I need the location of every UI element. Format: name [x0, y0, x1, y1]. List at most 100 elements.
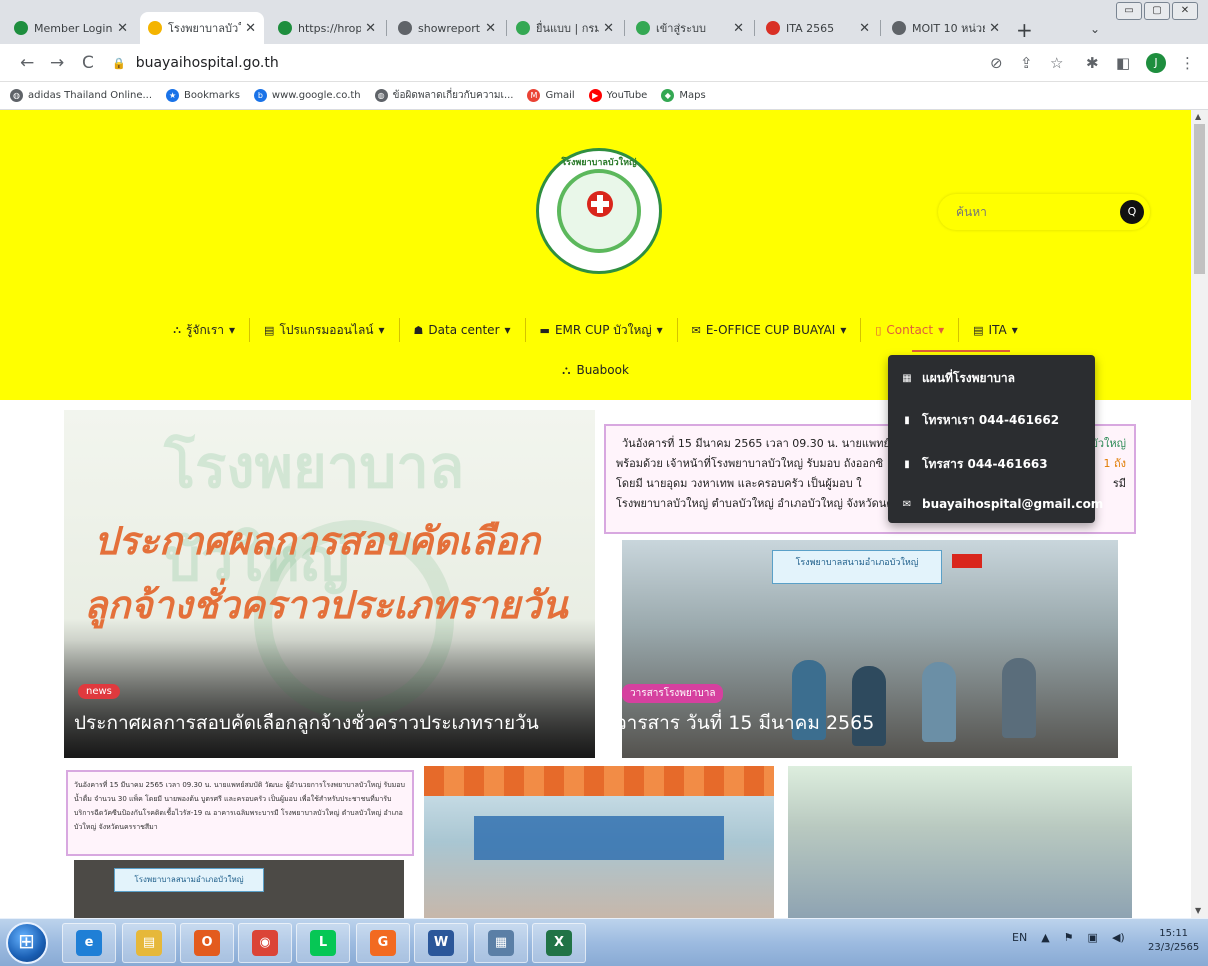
volume-icon[interactable]: ◀) [1112, 931, 1125, 944]
tray-expand-icon[interactable]: ▲ [1041, 931, 1049, 944]
bookmark-item[interactable]: ▶ YouTube [588, 89, 647, 102]
close-tab-icon[interactable]: ✕ [989, 21, 1000, 36]
forward-icon[interactable]: → [50, 53, 64, 73]
red-arrow-icon [952, 554, 982, 568]
contact-item-icon: ▦ [902, 373, 912, 384]
post-title[interactable]: วารสาร วันที่ 15 มีนาคม 2565 [616, 708, 874, 738]
system-tray: EN ▲ ⚑ ▣ ◀) [1012, 931, 1125, 944]
bookmark-label: Bookmarks [184, 90, 240, 101]
nav-item[interactable]: ▯ Contact ▾ [861, 318, 960, 342]
nav-item[interactable]: ▤ ITA ▾ [959, 318, 1032, 342]
taskbar-clock[interactable]: 15:11 23/3/2565 [1148, 927, 1199, 955]
action-center-icon[interactable]: ⚑ [1064, 931, 1074, 944]
post-card-exam-results[interactable]: โรงพยาบาลบัวใหญ่ ประกาศผลการสอบคัดเลือก … [64, 410, 595, 758]
bookmark-star-icon[interactable]: ☆ [1050, 54, 1063, 72]
maximize-icon[interactable]: ▢ [1144, 2, 1170, 20]
bookmark-item[interactable]: ◍ ข้อผิดพลาดเกี่ยวกับความเ... [374, 88, 513, 103]
taskbar-app-ie[interactable]: e [62, 923, 116, 963]
taskbar-app-pdf[interactable]: G [356, 923, 410, 963]
tab-title: โรงพยาบาลบัวใ [168, 22, 242, 35]
network-icon[interactable]: ▣ [1088, 931, 1098, 944]
scrollbar-thumb[interactable] [1194, 124, 1205, 274]
close-tab-icon[interactable]: ✕ [859, 21, 870, 36]
post-card-ceremony[interactable] [424, 766, 774, 918]
taskbar-app-line[interactable]: L [296, 923, 350, 963]
browser-tab[interactable]: ยื่นแบบ | กรมส✕ [508, 12, 622, 44]
taskbar-app-calculator[interactable]: ▦ [474, 923, 528, 963]
nav-item[interactable]: ▤ โปรแกรมออนไลน์ ▾ [250, 318, 400, 342]
scroll-down-icon[interactable]: ▼ [1195, 906, 1201, 915]
back-icon[interactable]: ← [20, 53, 34, 73]
close-tab-icon[interactable]: ✕ [485, 21, 496, 36]
caret-down-icon: ▾ [938, 323, 945, 337]
nav-item[interactable]: ✉ E-OFFICE CUP BUAYAI ▾ [678, 318, 862, 342]
favicon-icon [148, 21, 162, 35]
favicon-icon [892, 21, 906, 35]
contact-menu-item[interactable]: ▮ โทรหาเรา 044-461662 [902, 411, 1059, 430]
tracking-icon[interactable]: ⊘ [990, 54, 1003, 72]
address-bar[interactable]: 🔒 buayaihospital.go.th [112, 50, 982, 76]
hospital-logo[interactable]: โรงพยาบาลบัวใหญ่ [536, 148, 662, 274]
tab-separator [880, 20, 881, 36]
bookmark-item[interactable]: ◍ adidas Thailand Online... [10, 89, 152, 102]
browser-tab[interactable]: MOIT 10 หน่วย ✕ [884, 12, 1008, 44]
post-card-water-donation[interactable]: วันอังคารที่ 15 มีนาคม 2565 เวลา 09.30 น… [64, 766, 416, 918]
caption-line-2-end: 1 ถัง [1103, 457, 1126, 470]
profile-avatar[interactable]: J [1146, 53, 1166, 73]
post-title[interactable]: ประกาศผลการสอบคัดเลือกลูกจ้างชั่วคราวประ… [74, 708, 539, 738]
page-scrollbar[interactable]: ▲ ▼ [1191, 110, 1208, 918]
language-indicator[interactable]: EN [1012, 931, 1027, 944]
nav-item-buabook[interactable]: Buabook [576, 363, 628, 377]
start-button[interactable] [6, 922, 48, 964]
nav-item[interactable]: ⛬ รู้จักเรา ▾ [159, 318, 251, 342]
close-tab-icon[interactable]: ✕ [603, 21, 614, 36]
close-tab-icon[interactable]: ✕ [733, 21, 744, 36]
browser-tab[interactable]: https://hrops.m✕ [270, 12, 384, 44]
browser-tab[interactable]: โรงพยาบาลบัวใ ✕ [140, 12, 264, 44]
taskbar-app-explorer[interactable]: ▤ [122, 923, 176, 963]
caret-down-icon: ▾ [656, 323, 663, 337]
sidepanel-icon[interactable]: ◧ [1116, 54, 1130, 72]
reload-icon[interactable]: C [82, 53, 94, 73]
bookmark-item[interactable]: b www.google.co.th [253, 89, 361, 102]
taskbar-app-word[interactable]: W [414, 923, 468, 963]
close-tab-icon[interactable]: ✕ [365, 21, 376, 36]
category-badge[interactable]: วารสารโรงพยาบาล [622, 684, 724, 703]
contact-item-icon: ✉ [902, 498, 912, 510]
new-tab-icon[interactable]: + [1016, 18, 1033, 42]
bookmark-item[interactable]: M Gmail [527, 89, 575, 102]
category-badge[interactable]: news [78, 684, 120, 699]
search-icon[interactable]: Q [1120, 200, 1144, 224]
close-window-icon[interactable]: ✕ [1172, 2, 1198, 20]
browser-tab[interactable]: Member Login ✕ [6, 12, 136, 44]
browser-tab[interactable]: showreport.ph ✕ [390, 12, 504, 44]
bookmark-label: adidas Thailand Online... [28, 90, 153, 101]
browser-tab[interactable]: เข้าสู่ระบบ ✕ [628, 12, 752, 44]
browser-tab[interactable]: ITA 2565 ✕ [758, 12, 878, 44]
minimize-icon[interactable]: ▭ [1116, 2, 1142, 20]
bookmark-item[interactable]: ◆ Maps [661, 89, 706, 102]
bookmark-item[interactable]: ★ Bookmarks [166, 89, 240, 102]
nav-item[interactable]: ☗ Data center ▾ [400, 318, 526, 342]
favicon-icon [636, 21, 650, 35]
taskbar-app-chrome[interactable]: ◉ [238, 923, 292, 963]
contact-menu-item[interactable]: ✉ buayaihospital@gmail.com [902, 497, 1104, 511]
search-input[interactable]: ค้นหา [956, 203, 987, 222]
caption-line-1: วันอังคารที่ 15 มีนาคม 2565 เวลา 09.30 น… [622, 437, 890, 450]
scroll-up-icon[interactable]: ▲ [1195, 112, 1201, 121]
contact-menu-item[interactable]: ▦ แผนที่โรงพยาบาล [902, 369, 1015, 388]
close-tab-icon[interactable]: ✕ [245, 21, 256, 36]
menu-icon[interactable]: ⋮ [1180, 54, 1195, 72]
nav-icon: ✉ [691, 323, 701, 337]
taskbar-app-excel[interactable]: X [532, 923, 586, 963]
contact-menu-item[interactable]: ▮ โทรสาร 044-461663 [902, 455, 1047, 474]
close-tab-icon[interactable]: ✕ [117, 21, 128, 36]
tab-search-icon[interactable]: ⌄ [1090, 22, 1100, 36]
extensions-icon[interactable]: ✱ [1086, 54, 1099, 72]
share-icon[interactable]: ⇪ [1020, 54, 1033, 72]
nav-item[interactable]: ▬ EMR CUP บัวใหญ่ ▾ [526, 318, 678, 342]
post-card-group-photo[interactable] [788, 766, 1132, 918]
search-box[interactable]: ค้นหา Q [938, 194, 1150, 230]
taskbar-app-outlook[interactable]: O [180, 923, 234, 963]
word-icon: W [428, 930, 454, 956]
